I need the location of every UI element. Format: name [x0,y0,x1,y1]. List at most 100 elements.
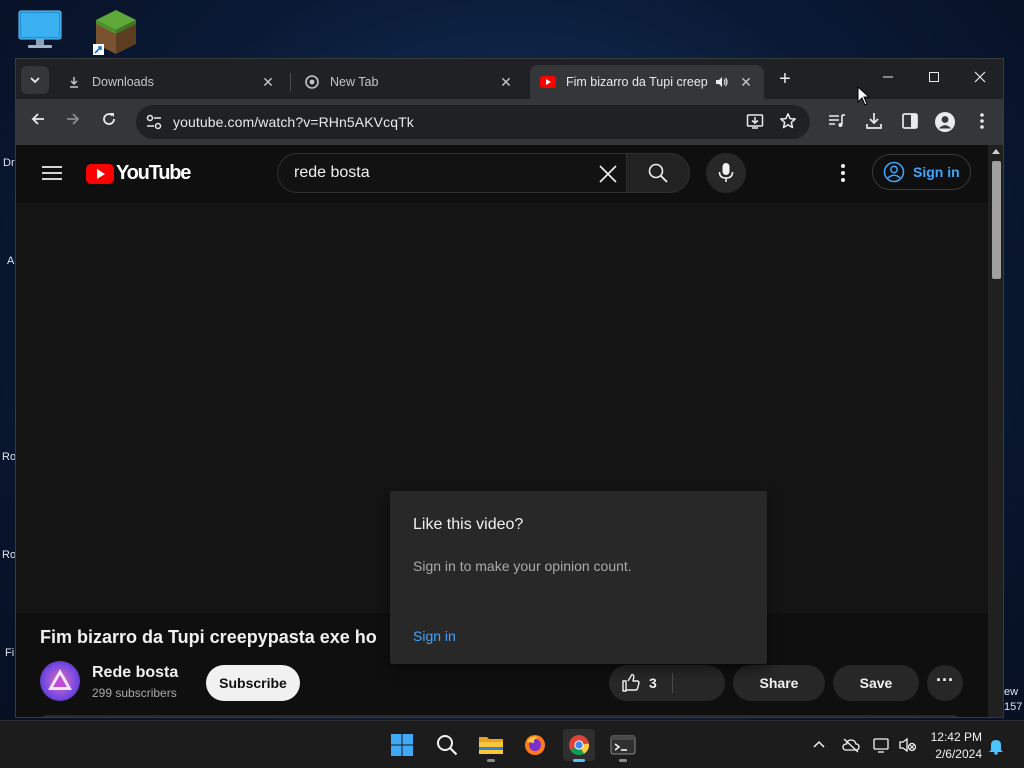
chevron-up-icon [813,740,825,748]
tab-separator [290,73,291,91]
youtube-favicon-icon [540,74,556,90]
folder-icon [479,737,503,754]
like-count: 3 [649,675,657,691]
dislike-button[interactable] [675,665,725,701]
volume-tray-icon[interactable] [899,737,917,755]
thumbs-up-icon[interactable] [621,673,641,693]
firefox-icon [525,735,545,755]
active-indicator [573,759,585,762]
youtube-search-button[interactable] [626,153,690,193]
minimize-button[interactable] [865,65,911,91]
like-divider [672,673,673,693]
maximize-icon [929,72,939,82]
file-explorer-button[interactable] [475,729,507,762]
show-hidden-icons-button[interactable] [810,737,828,755]
profile-icon [935,112,955,132]
reload-button[interactable] [96,109,122,135]
like-dislike-group: 3 [609,665,725,701]
youtube-settings-more-icon[interactable] [838,162,848,184]
this-pc-icon[interactable] [16,8,64,56]
search-query-text[interactable]: rede bosta [294,164,370,182]
browser-toolbar: youtube.com/watch?v=RHn5AKVcqTk [16,99,1003,145]
youtube-sign-in-button[interactable]: Sign in [872,154,971,190]
save-button[interactable]: Save [833,665,919,701]
tab-close-button[interactable]: ✕ [498,74,514,91]
side-panel-button[interactable] [899,111,921,133]
download-icon [66,74,82,90]
like-signin-popup: Like this video? Sign in to make your op… [390,491,767,664]
tab-new-tab[interactable]: New Tab ✕ [294,65,524,99]
address-bar[interactable]: youtube.com/watch?v=RHn5AKVcqTk [136,105,810,139]
subscriber-count: 299 subscribers [92,686,177,700]
more-vert-icon [980,113,984,129]
onedrive-tray-icon[interactable] [842,737,860,755]
description-box[interactable] [40,715,960,717]
clear-search-icon[interactable] [596,162,620,186]
terminal-button[interactable] [607,729,639,762]
terminal-icon [610,735,636,755]
site-info-icon[interactable] [144,112,164,132]
youtube-search-input[interactable]: rede bosta [277,153,627,193]
mouse-cursor-icon [857,86,871,106]
scrollbar-thumb[interactable] [992,161,1001,279]
scroll-up-arrow-icon[interactable] [992,149,1000,154]
sign-in-label: Sign in [913,164,960,180]
youtube-logo[interactable]: YouTube [86,162,191,185]
bookmark-button[interactable] [778,112,798,132]
tab-search-button[interactable] [21,66,49,94]
clock-date[interactable]: 2/6/2024 [928,747,982,761]
desktop-icon-label: 157 [1004,701,1023,713]
network-icon [873,738,889,753]
browser-window: Downloads ✕ New Tab ✕ Fim bizarro da Tup… [15,58,1004,718]
popup-sign-in-link[interactable]: Sign in [413,628,456,644]
taskbar-search-button[interactable] [431,729,463,761]
more-actions-button[interactable]: ··· [927,665,963,701]
start-button[interactable] [386,729,418,761]
tab-downloads[interactable]: Downloads ✕ [56,65,286,99]
firefox-button[interactable] [519,729,551,761]
popup-text: Sign in to make your opinion count. [413,558,632,574]
tab-close-button[interactable]: ✕ [738,74,754,91]
tab-youtube-video[interactable]: Fim bizarro da Tupi creepypasta ✕ [530,65,764,99]
subscribe-button[interactable]: Subscribe [206,665,300,701]
chevron-down-icon [30,77,40,84]
maximize-button[interactable] [911,65,957,91]
video-title: Fim bizarro da Tupi creepypasta exe ho [40,627,377,647]
url-text[interactable]: youtube.com/watch?v=RHn5AKVcqTk [173,114,414,130]
voice-search-button[interactable] [706,153,746,193]
desktop-icon-label: Ro [2,451,17,463]
media-controls-button[interactable] [826,111,848,133]
notifications-button[interactable] [987,737,1005,755]
tab-close-button[interactable]: ✕ [260,74,276,91]
tab-strip: Downloads ✕ New Tab ✕ Fim bizarro da Tup… [16,59,1003,99]
forward-button[interactable] [60,109,86,135]
clock-time[interactable]: 12:42 PM [928,730,982,744]
volume-muted-icon [899,737,917,753]
close-window-button[interactable] [957,65,1003,91]
hamburger-menu-icon[interactable] [42,165,62,181]
profile-button[interactable] [934,111,956,133]
star-icon [780,113,796,129]
chrome-menu-button[interactable] [971,111,993,133]
close-icon [974,71,986,83]
back-button[interactable] [25,109,51,135]
downloads-button[interactable] [863,111,885,133]
page-scrollbar[interactable] [988,145,1003,717]
new-tab-button[interactable]: + [774,68,796,90]
desktop-icon-label: Fi [5,647,15,659]
channel-avatar[interactable] [40,661,80,701]
share-button[interactable]: Share [733,665,825,701]
desktop-icon-label: Ro [2,549,17,561]
install-app-button[interactable] [745,112,765,132]
desktop-icon-label: ew [1004,686,1019,698]
search-icon [437,735,458,756]
speaker-icon[interactable] [714,74,730,90]
chrome-taskbar-button[interactable] [563,729,595,762]
minecraft-shortcut-icon[interactable] [92,8,140,56]
windows-logo-icon [391,734,413,756]
desktop-icon-label: Dr [3,157,15,169]
tab-title: New Tab [330,75,379,89]
network-tray-icon[interactable] [873,737,891,755]
youtube-page: YouTube rede bosta Sign in Fim bizarro d… [16,145,988,717]
channel-name[interactable]: Rede bosta [92,664,178,682]
